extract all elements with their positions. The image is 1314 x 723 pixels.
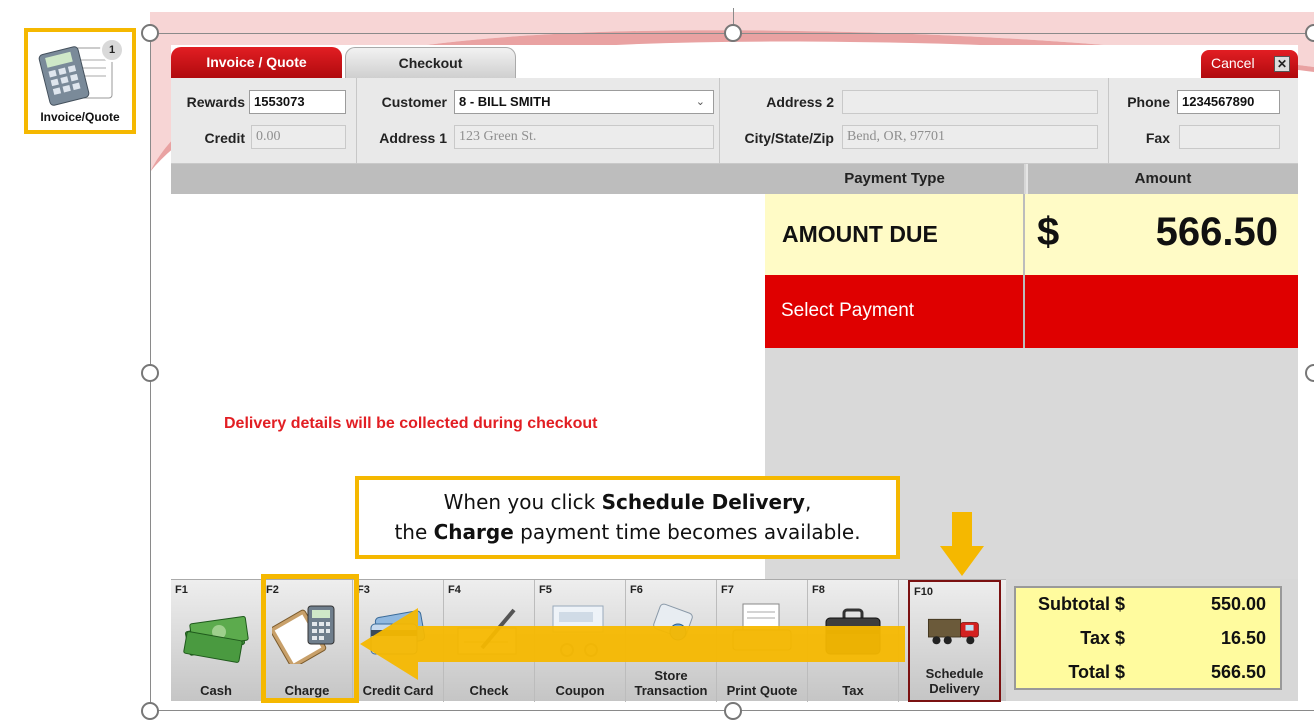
resize-handle-top-left[interactable] (141, 24, 159, 42)
function-key-label: F8 (812, 584, 825, 596)
resize-handle-mid-right[interactable] (1305, 364, 1314, 382)
credit-field: 0.00 (251, 125, 346, 149)
customer-label: Customer (381, 94, 447, 110)
customer-form: Rewards 1553073 Credit 0.00 Customer 8 -… (171, 78, 1298, 164)
payment-column-divider (1023, 194, 1025, 348)
tab-bar: Invoice / Quote Checkout Cancel ✕ (171, 45, 1298, 78)
function-key-label: F5 (539, 584, 552, 596)
address1-label: Address 1 (379, 130, 447, 146)
schedule-delivery-button[interactable]: F10 Schedule Delivery (908, 580, 1001, 702)
close-icon: ✕ (1274, 56, 1290, 72)
total-value: 566.50 (1210, 662, 1266, 682)
function-key-label: F4 (448, 584, 461, 596)
desktop-icon-label: Invoice/Quote (40, 110, 120, 124)
cash-icon (183, 615, 249, 663)
callout-line-1: When you click Schedule Delivery, (443, 490, 812, 514)
slide-canvas: 1 Invoice/Quote Invoice / Quote Checkout… (0, 0, 1314, 723)
down-arrow-icon (940, 512, 984, 576)
amount-due-label: AMOUNT DUE (782, 221, 938, 247)
address2-field (842, 90, 1098, 114)
select-payment-row[interactable]: Select Payment (765, 275, 1298, 348)
tax-value: 16.50 (1220, 628, 1266, 648)
function-key-label: F1 (175, 584, 188, 596)
resize-handle-mid-left[interactable] (141, 364, 159, 382)
coupon-label: Coupon (555, 683, 605, 698)
amount-header: Amount (1026, 164, 1298, 194)
totals-box: Subtotal $ 550.00 Tax $ 16.50 Total $ 56… (1014, 586, 1282, 690)
payment-type-header: Payment Type (765, 164, 1024, 194)
instruction-callout: When you click Schedule Delivery, the Ch… (355, 476, 900, 559)
cancel-button[interactable]: Cancel ✕ (1201, 50, 1298, 78)
customer-select[interactable]: 8 - BILL SMITH ⌄ (454, 90, 714, 114)
function-key-label: F10 (914, 586, 933, 598)
total-label: Total $ (1068, 662, 1125, 682)
left-arrow-icon (360, 608, 905, 680)
schedule-delivery-label: Schedule Delivery (925, 666, 984, 696)
cash-button[interactable]: F1 Cash (171, 580, 262, 702)
function-key-label: F7 (721, 584, 734, 596)
tab-invoice-quote[interactable]: Invoice / Quote (171, 47, 342, 78)
city-state-zip-label: City/State/Zip (744, 130, 834, 146)
tax-total-label: Tax $ (1080, 628, 1125, 648)
subtotal-row: Subtotal $ 550.00 (1016, 594, 1280, 624)
rewards-label: Rewards (186, 94, 245, 110)
function-key-label: F6 (630, 584, 643, 596)
subtotal-label: Subtotal $ (1037, 594, 1125, 614)
cash-label: Cash (200, 683, 232, 698)
resize-handle-bottom-middle[interactable] (724, 702, 742, 720)
charge-highlight-frame (261, 574, 359, 703)
subtotal-value: 550.00 (1210, 594, 1266, 614)
check-label: Check (469, 683, 509, 698)
phone-input[interactable]: 1234567890 (1177, 90, 1280, 114)
tax-row: Tax $ 16.50 (1016, 628, 1280, 658)
delivery-truck-icon (927, 618, 979, 645)
amount-due-value: 566.50 (1155, 210, 1278, 254)
city-state-zip-field: Bend, OR, 97701 (842, 125, 1098, 149)
chevron-down-icon: ⌄ (695, 96, 705, 108)
items-header (171, 164, 765, 194)
total-row: Total $ 566.50 (1016, 662, 1280, 692)
address1-field: 123 Green St. (454, 125, 714, 149)
resize-handle-bottom-left[interactable] (141, 702, 159, 720)
amount-due-row: AMOUNT DUE $ 566.50 (765, 194, 1298, 275)
tab-checkout[interactable]: Checkout (345, 47, 516, 78)
tax-label: Tax (842, 683, 864, 698)
rewards-input[interactable]: 1553073 (249, 90, 346, 114)
print-quote-label: Print Quote (726, 683, 798, 698)
notification-badge: 1 (100, 38, 124, 62)
fax-label: Fax (1145, 130, 1170, 146)
cancel-label: Cancel (1211, 55, 1255, 71)
invoice-quote-desktop-icon[interactable]: 1 Invoice/Quote (24, 28, 136, 134)
select-payment-label: Select Payment (781, 300, 915, 321)
credit-card-label: Credit Card (362, 683, 434, 698)
resize-handle-top-middle[interactable] (724, 24, 742, 42)
fax-field (1179, 125, 1280, 149)
customer-value: 8 - BILL SMITH (459, 94, 551, 109)
callout-line-2: the Charge payment time becomes availabl… (394, 520, 861, 544)
phone-label: Phone (1127, 94, 1170, 110)
address2-label: Address 2 (766, 94, 834, 110)
form-divider (1108, 78, 1109, 164)
form-divider (356, 78, 357, 164)
delivery-message: Delivery details will be collected durin… (224, 415, 598, 432)
credit-label: Credit (204, 130, 245, 146)
form-divider (719, 78, 720, 164)
currency-symbol: $ (1037, 210, 1060, 254)
